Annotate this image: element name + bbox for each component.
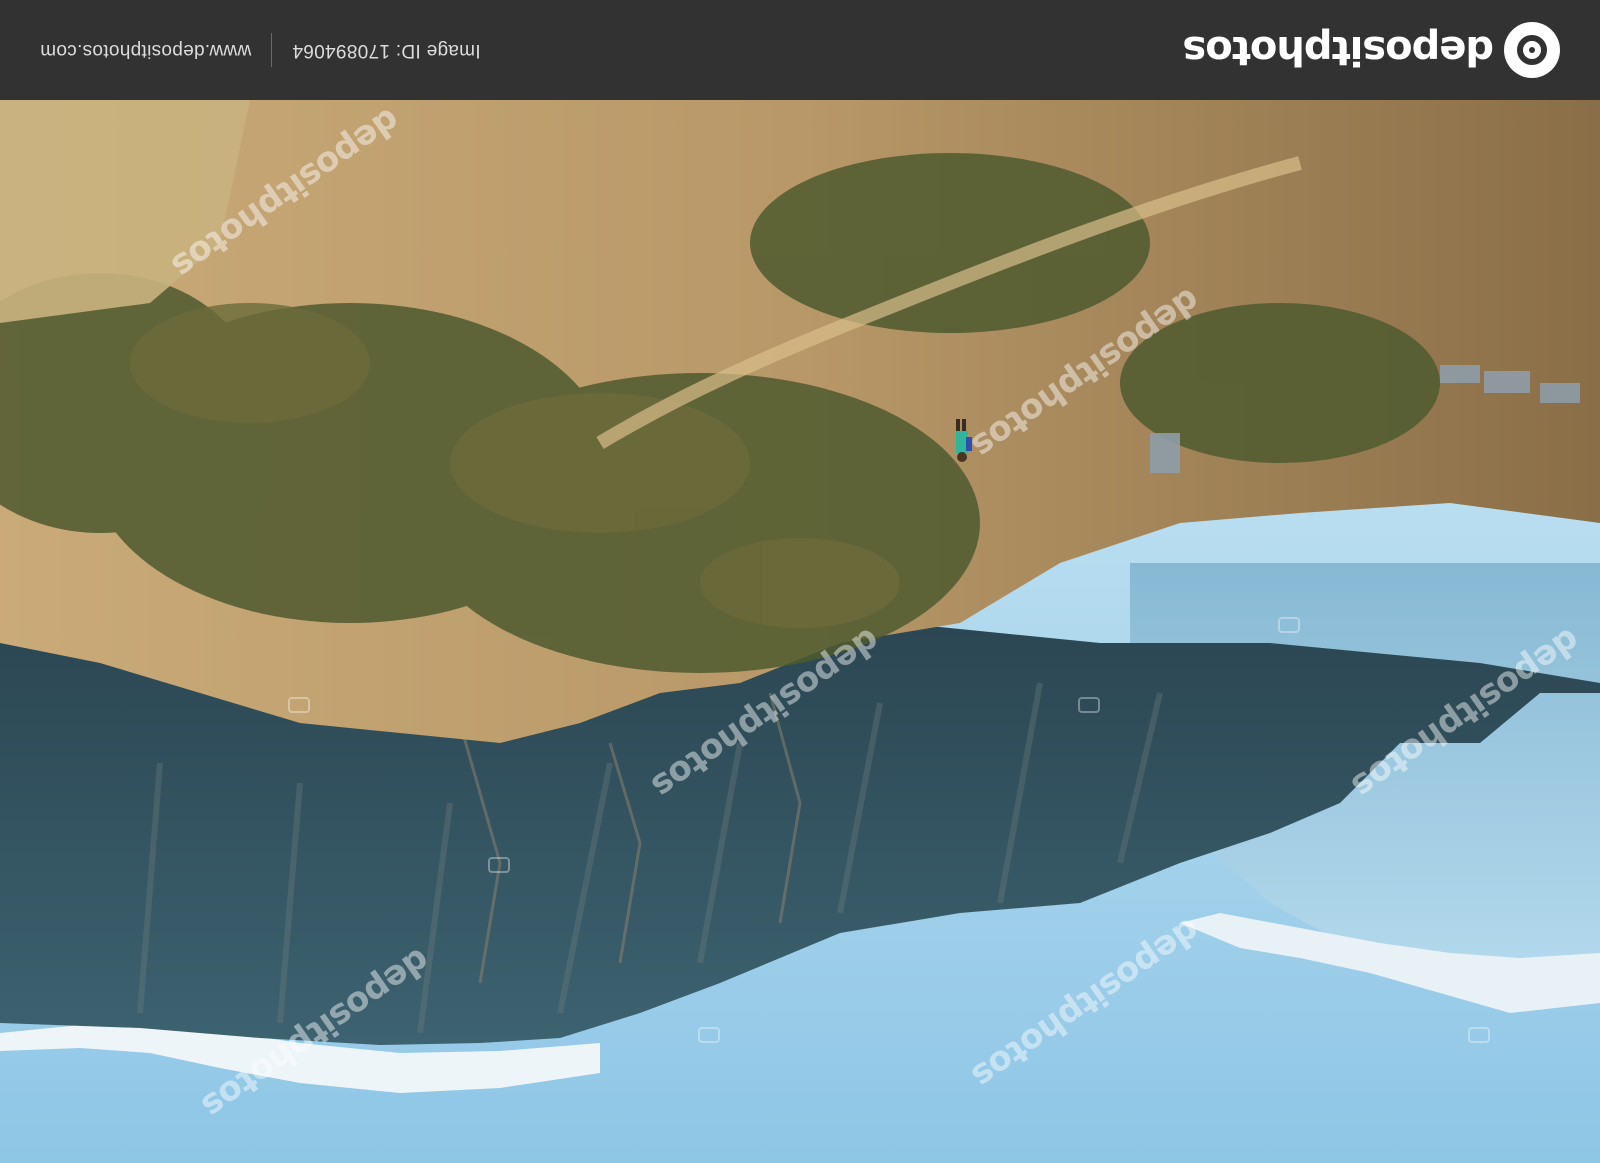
watermark-camera-icon	[1078, 697, 1100, 713]
watermark-camera-icon	[1278, 617, 1300, 633]
site-url[interactable]: www.depositphotos.com	[40, 39, 251, 61]
watermark-camera-icon	[288, 697, 310, 713]
landscape-photo: depositphotos depositphotos depositphoto…	[0, 100, 1600, 1163]
watermark-camera-icon	[698, 1027, 720, 1043]
footer-bar: depositphotos Image ID: 170894064 www.de…	[0, 0, 1600, 100]
divider	[271, 33, 273, 67]
depositphotos-logo-icon	[1504, 22, 1560, 78]
image-id: Image ID: 170894064	[292, 40, 481, 61]
landscape-illustration	[0, 100, 1600, 1163]
brand: depositphotos	[1183, 22, 1560, 78]
watermark-camera-icon	[1468, 1027, 1490, 1043]
brand-name: depositphotos	[1183, 27, 1494, 73]
image-meta: Image ID: 170894064 www.depositphotos.co…	[40, 33, 481, 67]
watermark-camera-icon	[488, 857, 510, 873]
stock-photo-preview: depositphotos depositphotos depositphoto…	[0, 0, 1600, 1163]
